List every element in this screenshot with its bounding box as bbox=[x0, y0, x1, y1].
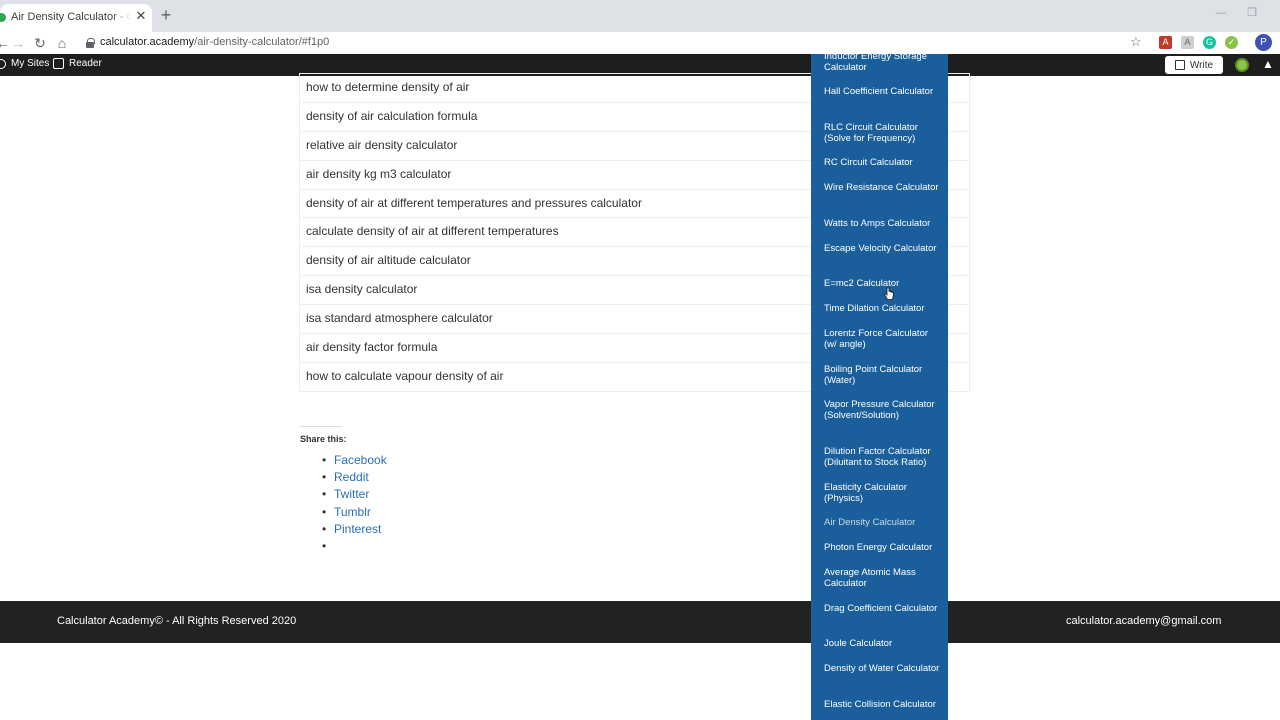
site-favicon-icon bbox=[0, 13, 6, 22]
my-sites-label: My Sites bbox=[11, 58, 50, 69]
forward-icon[interactable]: → bbox=[9, 34, 27, 52]
list-item: Twitter bbox=[322, 486, 387, 503]
browser-toolbar: ← → ↻ ⌂ calculator.academy/air-density-c… bbox=[0, 32, 1280, 54]
menu-item[interactable]: Lorentz Force Calculator (w/ angle) bbox=[824, 328, 942, 350]
share-list: Facebook Reddit Twitter Tumblr Pinterest bbox=[322, 452, 387, 555]
share-reddit-link[interactable]: Reddit bbox=[334, 470, 369, 484]
menu-item[interactable]: Elasticity Calculator (Physics) bbox=[824, 482, 942, 504]
list-item bbox=[322, 538, 387, 555]
menu-item[interactable]: Density of Water Calculator bbox=[824, 663, 942, 674]
write-icon bbox=[1174, 60, 1185, 70]
menu-item[interactable]: Watts to Amps Calculator bbox=[824, 218, 942, 229]
menu-item[interactable]: E=mc2 Calculator bbox=[824, 278, 942, 289]
list-item: Reddit bbox=[322, 469, 387, 486]
list-item: Facebook bbox=[322, 452, 387, 469]
reader-label: Reader bbox=[69, 58, 102, 69]
write-button[interactable]: Write bbox=[1165, 56, 1223, 74]
footer-copyright: Calculator Academy© - All Rights Reserve… bbox=[57, 615, 297, 627]
user-avatar[interactable] bbox=[1235, 58, 1249, 72]
extension-gray-icon[interactable]: A bbox=[1181, 36, 1194, 49]
list-item: Pinterest bbox=[322, 521, 387, 538]
wordpress-icon bbox=[0, 58, 6, 69]
menu-item[interactable]: Elastic Collision Calculator bbox=[824, 699, 942, 710]
write-label: Write bbox=[1189, 59, 1214, 71]
url-text: calculator.academy/air-density-calculato… bbox=[100, 36, 330, 48]
menu-item[interactable]: Hall Coefficient Calculator bbox=[824, 86, 942, 97]
address-bar[interactable]: calculator.academy/air-density-calculato… bbox=[78, 33, 1152, 53]
site-footer: Calculator Academy© - All Rights Reserve… bbox=[0, 601, 1280, 643]
new-tab-button[interactable]: + bbox=[158, 6, 174, 24]
share-facebook-link[interactable]: Facebook bbox=[334, 453, 387, 467]
notifications-bell-icon[interactable]: ▲ bbox=[1262, 58, 1274, 70]
menu-item[interactable]: Time Dilation Calculator bbox=[824, 303, 942, 314]
browser-tab[interactable]: Air Density Calculator - Calculator Acad… bbox=[0, 4, 152, 32]
menu-item[interactable]: Inductor Energy Storage Calculator bbox=[824, 54, 942, 73]
grammarly-icon[interactable]: G bbox=[1203, 36, 1216, 49]
menu-item[interactable]: Dilution Factor Calculator (Diluitant to… bbox=[824, 446, 942, 468]
close-tab-icon[interactable]: ✕ bbox=[134, 9, 148, 23]
reload-icon[interactable]: ↻ bbox=[31, 34, 49, 52]
menu-item[interactable]: Average Atomic Mass Calculator bbox=[824, 567, 942, 589]
extension-pdf-icon[interactable]: A bbox=[1159, 36, 1172, 49]
share-tumblr-link[interactable]: Tumblr bbox=[334, 505, 371, 519]
share-title: Share this: bbox=[300, 434, 347, 444]
menu-item[interactable]: Joule Calculator bbox=[824, 638, 942, 649]
menu-item[interactable]: Drag Coefficient Calculator bbox=[824, 603, 942, 614]
share-divider bbox=[300, 426, 342, 427]
menu-item-active[interactable]: Air Density Calculator bbox=[824, 517, 942, 528]
menu-item[interactable]: Boiling Point Calculator (Water) bbox=[824, 364, 942, 386]
reader-icon bbox=[53, 58, 64, 69]
menu-item[interactable]: Photon Energy Calculator bbox=[824, 542, 942, 553]
menu-item[interactable]: RC Circuit Calculator bbox=[824, 157, 942, 168]
lock-icon bbox=[86, 38, 95, 48]
reader-button[interactable]: Reader bbox=[53, 58, 102, 69]
menu-item[interactable]: Escape Velocity Calculator bbox=[824, 243, 942, 254]
tab-strip: Air Density Calculator - Calculator Acad… bbox=[0, 0, 1280, 32]
tab-title: Air Density Calculator - Calculator Acad… bbox=[11, 11, 131, 23]
calculator-menu-dropdown[interactable]: Inductor Energy Storage Calculator Hall … bbox=[811, 54, 948, 720]
share-pinterest-link[interactable]: Pinterest bbox=[334, 522, 381, 536]
extension-check-icon[interactable]: ✓ bbox=[1225, 36, 1238, 49]
menu-item[interactable]: Vapor Pressure Calculator (Solvent/Solut… bbox=[824, 399, 942, 421]
home-icon[interactable]: ⌂ bbox=[53, 34, 71, 52]
list-item: Tumblr bbox=[322, 504, 387, 521]
pointer-hand-icon bbox=[884, 287, 894, 300]
share-twitter-link[interactable]: Twitter bbox=[334, 487, 369, 501]
profile-avatar[interactable]: P bbox=[1255, 34, 1272, 51]
menu-item[interactable]: RLC Circuit Calculator (Solve for Freque… bbox=[824, 122, 942, 144]
footer-email-link[interactable]: calculator.academy@gmail.com bbox=[1066, 615, 1221, 627]
minimize-icon[interactable]: — bbox=[1214, 6, 1228, 20]
menu-item[interactable]: Wire Resistance Calculator bbox=[824, 182, 942, 193]
restore-icon[interactable]: ❐ bbox=[1245, 6, 1259, 20]
bookmark-star-icon[interactable]: ☆ bbox=[1130, 34, 1142, 50]
my-sites-button[interactable]: My Sites bbox=[0, 58, 49, 69]
